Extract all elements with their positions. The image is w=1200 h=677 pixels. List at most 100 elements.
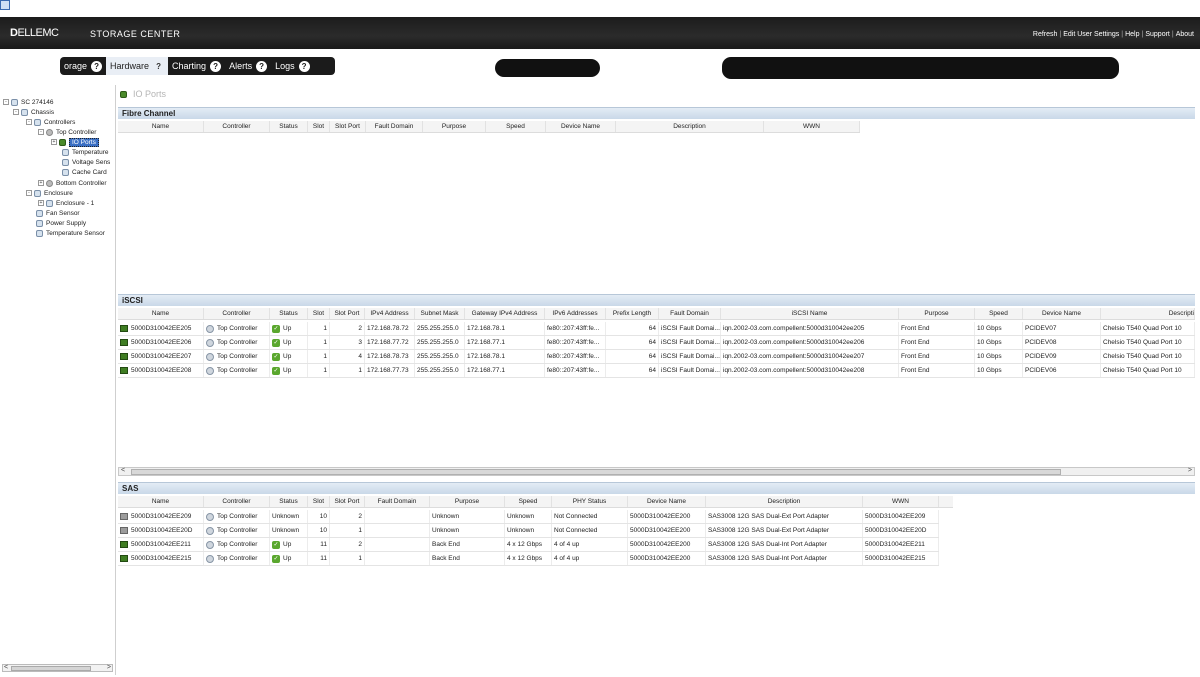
column-header[interactable]: Status [270, 121, 308, 132]
column-header[interactable]: Subnet Mask [415, 308, 465, 319]
tree-item-enclosure[interactable]: - Enclosure [26, 188, 73, 198]
tree-item-chassis[interactable]: - Chassis [13, 107, 54, 117]
collapse-icon[interactable]: - [3, 99, 9, 105]
scroll-right-arrow[interactable]: > [107, 664, 111, 671]
iscsi-name-cell: iqn.2002-03.com.compellent:5000d310042ee… [721, 364, 899, 377]
description-cell: SAS3008 12G SAS Dual-Ext Port Adapter [706, 524, 863, 537]
column-header[interactable]: Slot [308, 121, 330, 132]
scroll-left-arrow[interactable]: < [4, 664, 8, 671]
ipv4-cell: 172.168.78.72 [365, 322, 415, 335]
tab-storage[interactable]: orage? [60, 57, 106, 75]
about-link[interactable]: About [1176, 31, 1194, 38]
collapse-icon[interactable]: - [13, 109, 19, 115]
column-header[interactable]: Status [270, 308, 308, 319]
tree-item-controllers[interactable]: - Controllers [26, 117, 75, 127]
column-header[interactable]: Slot [308, 308, 330, 319]
iscsi-horizontal-scrollbar[interactable]: < > [118, 467, 1195, 476]
help-icon[interactable]: ? [298, 60, 310, 72]
column-header[interactable]: Prefix Length [606, 308, 659, 319]
tree-item-fan-sensor[interactable]: Fan Sensor [36, 208, 80, 218]
scroll-thumb[interactable] [131, 469, 1061, 475]
table-row[interactable]: 5000D310042EE205 Top Controller ✓ Up 1 2 … [118, 322, 1195, 336]
column-header[interactable]: Name [118, 496, 204, 507]
tab-alerts[interactable]: Alerts? [225, 57, 271, 75]
tab-hardware[interactable]: Hardware? [106, 57, 169, 75]
column-header[interactable]: Slot Port [330, 121, 366, 132]
tree-item-cache-card[interactable]: Cache Card [62, 167, 107, 177]
tree-item-bottom-controller[interactable]: + Bottom Controller [38, 178, 107, 188]
column-header[interactable]: iSCSI Name [721, 308, 899, 319]
tree-item-io-ports[interactable]: + IO Ports [51, 137, 99, 147]
column-header[interactable]: Speed [486, 121, 546, 132]
table-row[interactable]: 5000D310042EE209 Top Controller Unknown … [118, 510, 939, 524]
column-header[interactable]: Controller [204, 308, 270, 319]
scroll-left-arrow[interactable]: < [121, 467, 125, 474]
tree-item-temperature[interactable]: Temperature [62, 147, 109, 157]
tree-item-power-supply[interactable]: Power Supply [36, 218, 86, 228]
tab-charting[interactable]: Charting? [168, 57, 225, 75]
column-header[interactable]: Controller [204, 121, 270, 132]
tree-item-enclosure-1[interactable]: + Enclosure - 1 [38, 198, 94, 208]
table-row[interactable]: 5000D310042EE208 Top Controller ✓ Up 1 1 … [118, 364, 1195, 378]
table-row[interactable]: 5000D310042EE215 Top Controller ✓ Up 11 1… [118, 552, 939, 566]
help-icon[interactable]: ? [210, 60, 222, 72]
column-header[interactable]: Fault Domain [365, 496, 430, 507]
ipv4-cell: 172.168.77.72 [365, 336, 415, 349]
column-header[interactable]: IPv4 Address [365, 308, 415, 319]
collapse-icon[interactable]: - [38, 129, 44, 135]
column-header[interactable]: Controller [204, 496, 270, 507]
edit-user-settings-link[interactable]: Edit User Settings [1063, 31, 1119, 38]
column-header[interactable]: Description [706, 496, 863, 507]
slot-port-cell: 2 [330, 538, 365, 551]
column-header[interactable]: Name [118, 121, 204, 132]
column-header[interactable]: Fault Domain [366, 121, 423, 132]
expand-icon[interactable]: + [38, 200, 44, 206]
help-icon[interactable]: ? [256, 60, 268, 72]
tab-logs[interactable]: Logs? [271, 57, 314, 75]
column-header[interactable]: PHY Status [552, 496, 628, 507]
scroll-thumb[interactable] [11, 666, 91, 671]
help-icon[interactable]: ? [91, 60, 103, 72]
main-nav: orage? Hardware? Charting? Alerts? Logs? [60, 57, 335, 75]
voltage-icon [62, 158, 69, 166]
column-header[interactable]: Name [118, 308, 204, 319]
column-header[interactable]: Speed [975, 308, 1023, 319]
help-icon[interactable]: ? [153, 61, 164, 72]
column-header[interactable]: Description [616, 121, 764, 132]
support-link[interactable]: Support [1145, 31, 1170, 38]
table-row[interactable]: 5000D310042EE20D Top Controller Unknown … [118, 524, 939, 538]
column-header[interactable]: Device Name [628, 496, 706, 507]
column-header[interactable]: Descripti [1101, 308, 1195, 319]
refresh-link[interactable]: Refresh [1033, 31, 1058, 38]
help-link[interactable]: Help [1125, 31, 1139, 38]
table-row[interactable]: 5000D310042EE206 Top Controller ✓ Up 1 3 … [118, 336, 1195, 350]
scroll-right-arrow[interactable]: > [1188, 467, 1192, 474]
column-header[interactable]: Purpose [430, 496, 505, 507]
column-header[interactable]: Gateway IPv4 Address [465, 308, 545, 319]
tree-horizontal-scrollbar[interactable]: < > [2, 664, 113, 672]
expand-icon[interactable]: + [51, 139, 57, 145]
controller-icon [206, 366, 214, 375]
table-row[interactable]: 5000D310042EE207 Top Controller ✓ Up 1 4 … [118, 350, 1195, 364]
tree-item-system[interactable]: - SC 274146 [3, 97, 54, 107]
collapse-icon[interactable]: - [26, 190, 32, 196]
tree-item-top-controller[interactable]: - Top Controller [38, 127, 96, 137]
column-header[interactable]: Slot Port [330, 308, 365, 319]
collapse-icon[interactable]: - [26, 119, 32, 125]
tree-item-temperature-sensor[interactable]: Temperature Sensor [36, 228, 105, 238]
column-header[interactable]: Device Name [1023, 308, 1101, 319]
column-header[interactable]: Status [270, 496, 308, 507]
column-header[interactable]: WWN [764, 121, 860, 132]
column-header[interactable]: WWN [863, 496, 939, 507]
tree-item-voltage-sensor[interactable]: Voltage Sens [62, 157, 110, 167]
column-header[interactable]: Slot Port [330, 496, 365, 507]
column-header[interactable]: Purpose [423, 121, 486, 132]
column-header[interactable]: Speed [505, 496, 552, 507]
column-header[interactable]: Fault Domain [659, 308, 721, 319]
column-header[interactable]: IPv6 Addresses [545, 308, 606, 319]
column-header[interactable]: Device Name [546, 121, 616, 132]
column-header[interactable]: Slot [308, 496, 330, 507]
table-row[interactable]: 5000D310042EE211 Top Controller ✓ Up 11 2… [118, 538, 939, 552]
expand-icon[interactable]: + [38, 180, 44, 186]
column-header[interactable]: Purpose [899, 308, 975, 319]
